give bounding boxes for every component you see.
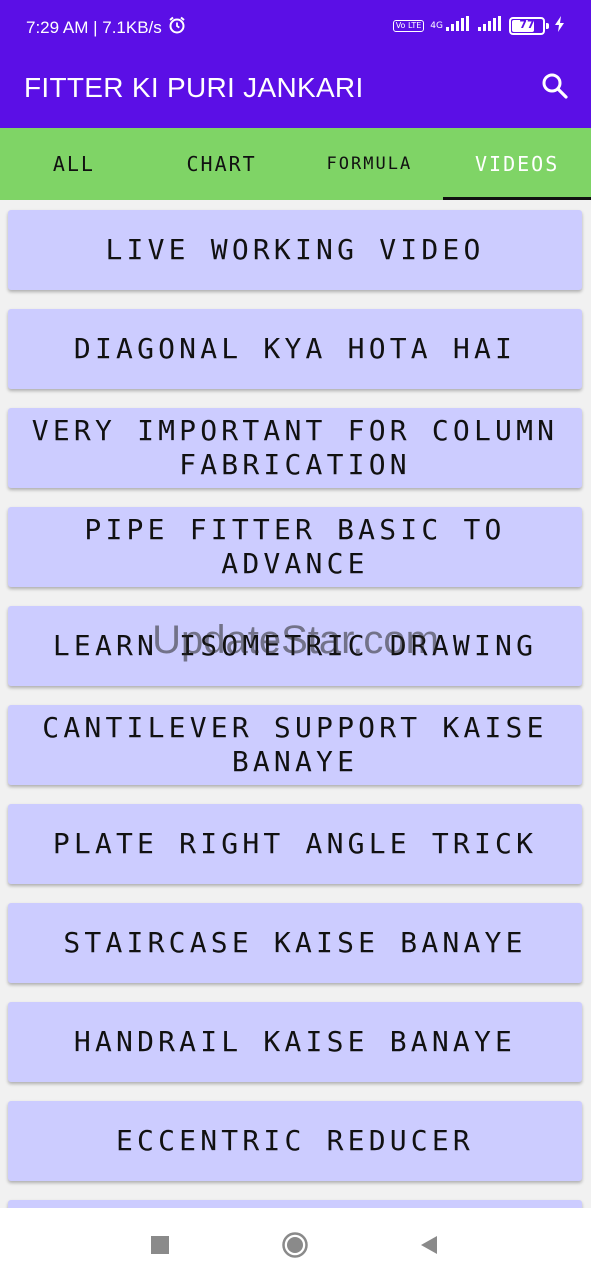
video-button-column-fabrication[interactable]: VERY IMPORTANT FOR COLUMN FABRICATION xyxy=(8,408,582,488)
search-button[interactable] xyxy=(537,68,573,104)
charging-icon xyxy=(555,16,565,36)
tab-formula[interactable]: FORMULA xyxy=(296,128,444,200)
alarm-icon xyxy=(168,16,186,39)
app-bar: FITTER KI PURI JANKARI xyxy=(0,45,591,128)
status-left: 7:29 AM | 7.1KB/s xyxy=(26,16,186,39)
signal-icon xyxy=(477,16,503,36)
back-button[interactable] xyxy=(414,1230,444,1260)
video-button-staircase[interactable]: STAIRCASE KAISE BANAYE xyxy=(8,903,582,983)
app-title: FITTER KI PURI JANKARI xyxy=(24,72,364,103)
tab-bar: ALL CHART FORMULA VIDEOS xyxy=(0,128,591,200)
video-button-handrail[interactable]: HANDRAIL KAISE BANAYE xyxy=(8,1002,582,1082)
video-button-partial[interactable] xyxy=(8,1200,582,1208)
video-button-diagonal[interactable]: DIAGONAL KYA HOTA HAI xyxy=(8,309,582,389)
video-button-pipe-fitter[interactable]: PIPE FITTER BASIC TO ADVANCE xyxy=(8,507,582,587)
triangle-icon xyxy=(421,1236,437,1254)
search-icon xyxy=(542,73,568,99)
network-type: 4G xyxy=(430,21,443,31)
tab-videos[interactable]: VIDEOS xyxy=(443,128,591,200)
video-list[interactable]: LIVE WORKING VIDEO DIAGONAL KYA HOTA HAI… xyxy=(0,200,591,1208)
signal-icon xyxy=(445,16,471,36)
battery-icon: 77 xyxy=(509,17,549,35)
video-button-cantilever-support[interactable]: CANTILEVER SUPPORT KAISE BANAYE xyxy=(8,705,582,785)
video-button-plate-right-angle[interactable]: PLATE RIGHT ANGLE TRICK xyxy=(8,804,582,884)
circle-icon xyxy=(282,1232,308,1258)
status-right: Vo LTE 4G 77 xyxy=(392,16,565,36)
video-button-eccentric-reducer[interactable]: ECCENTRIC REDUCER xyxy=(8,1101,582,1181)
tab-chart[interactable]: CHART xyxy=(148,128,296,200)
status-time-speed: 7:29 AM | 7.1KB/s xyxy=(26,17,162,37)
video-button-isometric-drawing[interactable]: LEARN ISOMETRIC DRAWING xyxy=(8,606,582,686)
volte-badge: Vo LTE xyxy=(392,20,425,32)
navigation-bar xyxy=(0,1208,591,1280)
home-button[interactable] xyxy=(280,1230,310,1260)
square-icon xyxy=(151,1236,169,1254)
battery-level: 77 xyxy=(519,18,535,31)
tab-all[interactable]: ALL xyxy=(0,128,148,200)
video-button-live-working[interactable]: LIVE WORKING VIDEO xyxy=(8,210,582,290)
recents-button[interactable] xyxy=(145,1230,175,1260)
status-bar: 7:29 AM | 7.1KB/s Vo LTE 4G 77 xyxy=(0,0,591,45)
